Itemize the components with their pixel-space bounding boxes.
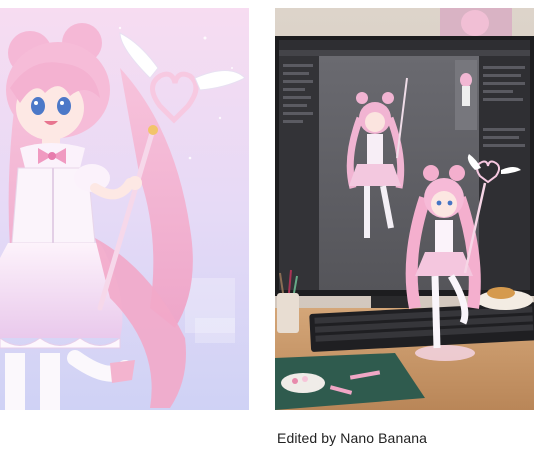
- figure-photo-image: [275, 8, 534, 410]
- magical-girl-illustration-icon: [0, 8, 249, 410]
- illustration-image: [0, 8, 249, 410]
- image-caption: Edited by Nano Banana: [277, 430, 427, 446]
- figure-on-desk-icon: [275, 8, 534, 410]
